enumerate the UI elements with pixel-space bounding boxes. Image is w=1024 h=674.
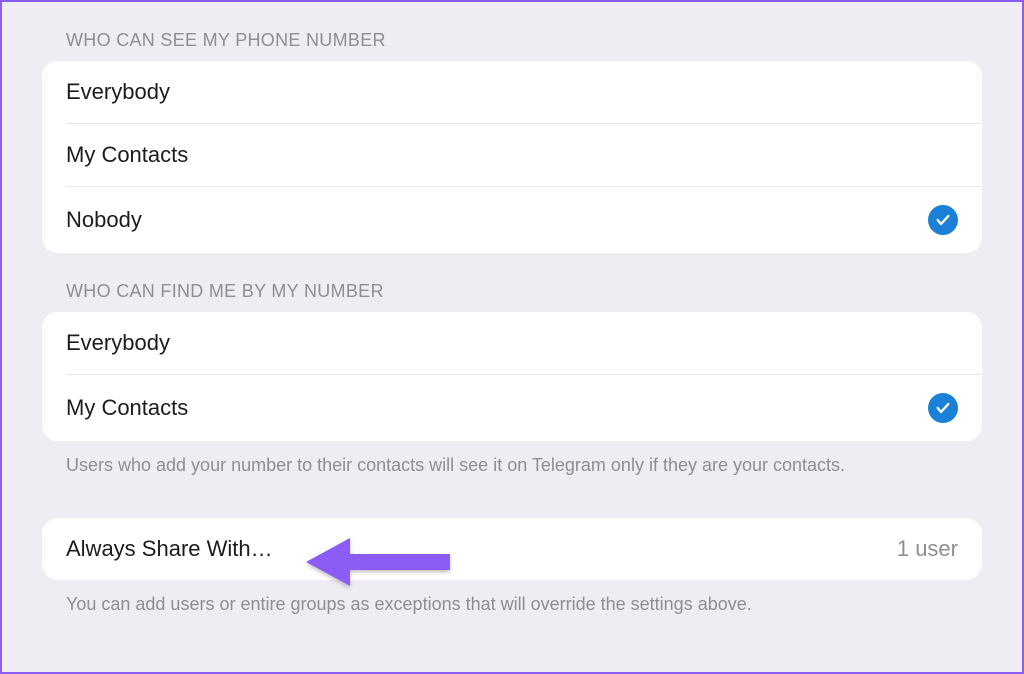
always-share-value: 1 user [897, 536, 958, 562]
section-footer-find: Users who add your number to their conta… [42, 441, 982, 478]
section-header-find-by-number: WHO CAN FIND ME BY MY NUMBER [42, 253, 982, 312]
option-label: Everybody [66, 79, 170, 105]
option-my-contacts[interactable]: My Contacts [66, 374, 982, 441]
checkmark-icon [928, 205, 958, 235]
card-find-by-number: Everybody My Contacts [42, 312, 982, 441]
checkmark-icon [928, 393, 958, 423]
option-nobody[interactable]: Nobody [66, 186, 982, 253]
option-label: My Contacts [66, 142, 188, 168]
section-footer-exceptions: You can add users or entire groups as ex… [42, 580, 982, 617]
option-label: My Contacts [66, 395, 188, 421]
option-everybody[interactable]: Everybody [42, 312, 982, 374]
section-header-see-phone: WHO CAN SEE MY PHONE NUMBER [42, 2, 982, 61]
always-share-label: Always Share With… [66, 536, 273, 562]
option-everybody[interactable]: Everybody [42, 61, 982, 123]
row-always-share[interactable]: Always Share With… 1 user [42, 518, 982, 580]
option-my-contacts[interactable]: My Contacts [66, 123, 982, 186]
option-label: Everybody [66, 330, 170, 356]
card-see-phone: Everybody My Contacts Nobody [42, 61, 982, 253]
card-exceptions: Always Share With… 1 user [42, 518, 982, 580]
option-label: Nobody [66, 207, 142, 233]
